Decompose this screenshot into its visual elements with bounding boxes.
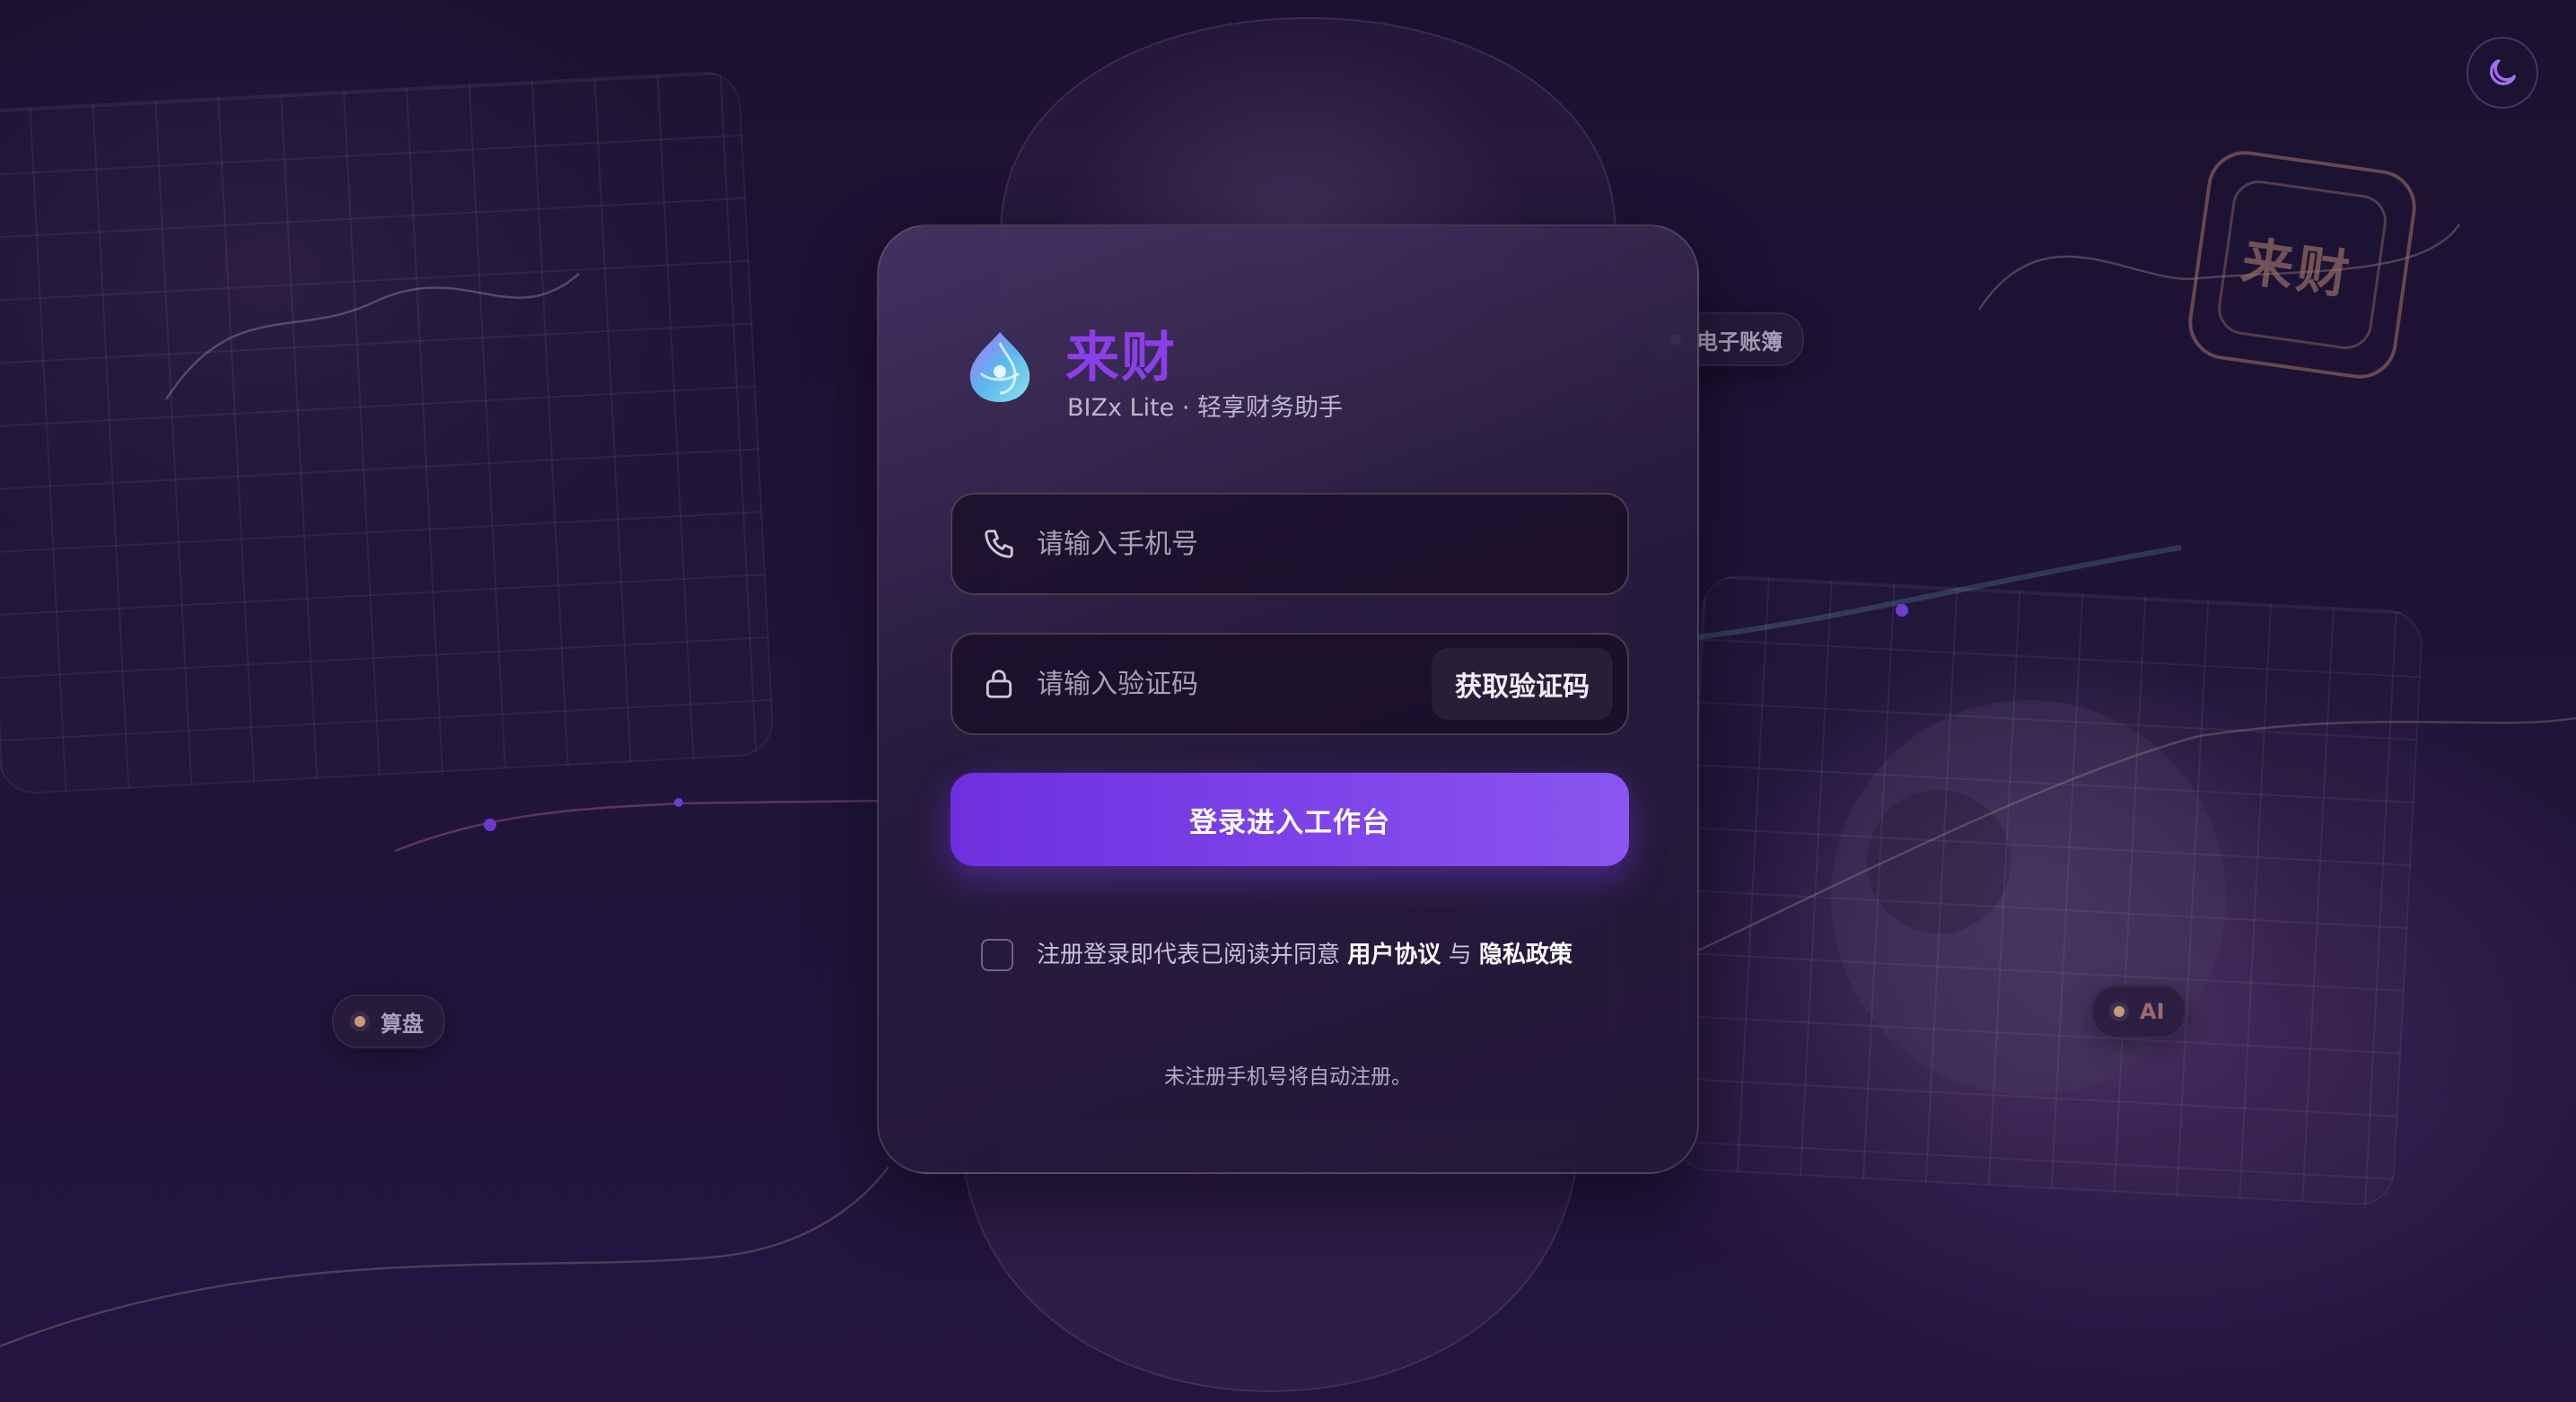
privacy-policy-link[interactable]: 隐私政策	[1479, 942, 1573, 968]
dot-icon	[350, 1012, 370, 1031]
tag-ai: AI	[2091, 985, 2186, 1038]
agreement-text: 注册登录即代表已阅读并同意 用户协议 与 隐私政策	[1037, 942, 1573, 968]
theme-toggle-button[interactable]	[2466, 37, 2538, 109]
user-agreement-link[interactable]: 用户协议	[1347, 942, 1441, 968]
phone-icon	[979, 524, 1019, 564]
brand-subtitle: BIZx Lite · 轻享财务助手	[1067, 394, 1344, 422]
moon-icon	[2490, 59, 2516, 85]
code-input[interactable]	[1035, 667, 1432, 701]
code-field: 获取验证码	[951, 633, 1629, 735]
auto-register-note: 未注册手机号将自动注册。	[1164, 1065, 1412, 1089]
agreement-checkbox[interactable]	[981, 939, 1013, 971]
lock-icon	[979, 664, 1019, 704]
phone-input[interactable]	[1035, 527, 1627, 561]
stamp-text: 来财	[2238, 230, 2357, 307]
get-code-button[interactable]: 获取验证码	[1432, 648, 1613, 720]
shell-logo-icon	[969, 332, 1030, 402]
phone-field	[951, 493, 1629, 595]
background-grid-panel-right	[1672, 574, 2424, 1207]
brand-name: 来财	[1065, 327, 1177, 390]
dot-icon	[2109, 1002, 2129, 1021]
login-card: 来财 BIZx Lite · 轻享财务助手 获取验证码 登录进入工作台 注册登录…	[877, 224, 1699, 1174]
login-button[interactable]: 登录进入工作台	[951, 773, 1629, 866]
background-grid-panel-left	[0, 69, 775, 796]
tag-abacus: 算盘	[332, 995, 445, 1048]
